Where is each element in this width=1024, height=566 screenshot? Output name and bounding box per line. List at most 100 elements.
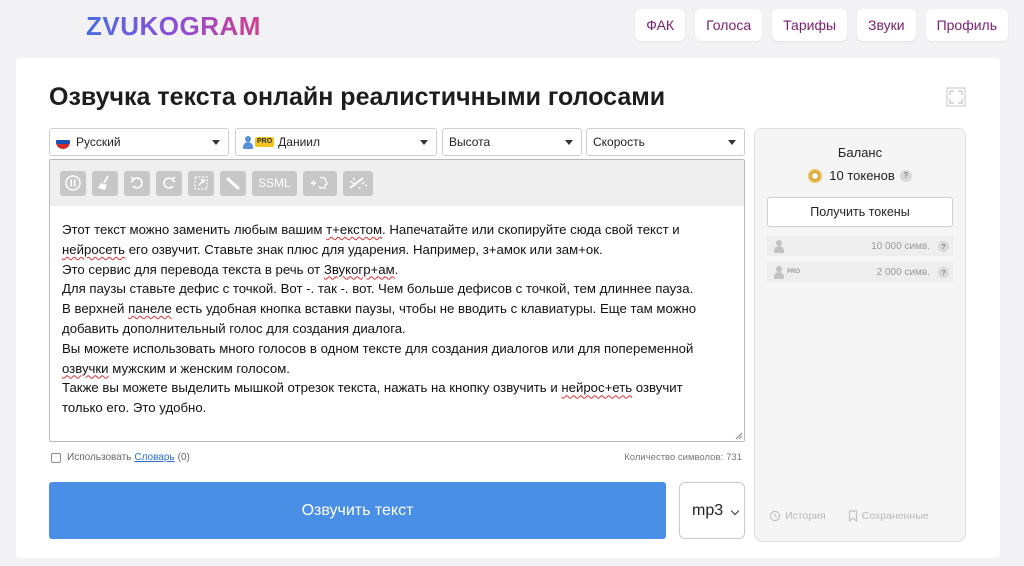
text-line: нейросеть его озвучит. Ставьте знак плюс… xyxy=(62,240,738,260)
text-segment: Вы можете использовать много голосов в о… xyxy=(62,340,694,356)
history-icon xyxy=(769,510,781,522)
pitch-value: Высота xyxy=(449,135,491,149)
chevron-down-icon xyxy=(420,140,428,145)
dictionary-count: (0) xyxy=(177,452,190,463)
text-segment: Для паузы ставьте дефис с точкой. Вот -.… xyxy=(62,281,694,297)
text-editor[interactable]: SSML Этот текст можно заменить любым ваш… xyxy=(49,159,745,442)
text-line: Этот текст можно заменить любым вашим т+… xyxy=(62,220,738,240)
pro-badge: PRO xyxy=(255,137,275,147)
bookmark-icon xyxy=(848,510,857,522)
chevron-down-icon xyxy=(728,140,736,145)
text-segment: Также вы можете выделить мышкой отрезок … xyxy=(62,380,562,396)
pitch-select[interactable]: Высота xyxy=(442,128,582,156)
select-region-button[interactable] xyxy=(188,170,214,196)
text-segment: есть удобная кнопка вставки паузы, чтобы… xyxy=(171,301,697,317)
voice-select[interactable]: PRO Даниил xyxy=(235,128,437,156)
misspelled-word: нейрос+еть xyxy=(561,380,633,396)
misspelled-word: т+екстом xyxy=(326,222,383,237)
char-count-value: 731 xyxy=(726,452,742,463)
stress-button[interactable] xyxy=(220,170,246,196)
page-title: Озвучка текста онлайн реалистичными голо… xyxy=(49,83,666,111)
chevron-down-icon xyxy=(212,140,220,145)
misspelled-word: озвучки xyxy=(62,360,109,376)
add-voice-button[interactable] xyxy=(302,170,337,196)
brand-name: ZVUKOGRAM xyxy=(86,10,261,41)
logo[interactable]: ZVUKOGRAM xyxy=(20,8,261,44)
quota-standard-value: 10 000 симв. xyxy=(871,240,930,252)
coin-icon xyxy=(808,168,823,183)
format-value: mp3 xyxy=(692,501,724,519)
ssml-button[interactable]: SSML xyxy=(252,170,297,196)
language-value: Русский xyxy=(76,135,121,149)
nav-sounds[interactable]: Звуки xyxy=(857,9,916,41)
quota-standard: 10 000 симв. ? xyxy=(767,236,953,256)
dictionary-prefix: Использовать xyxy=(67,452,132,463)
undo-icon xyxy=(130,176,143,189)
fullscreen-icon[interactable] xyxy=(946,87,966,107)
pause-icon xyxy=(65,175,81,191)
chevron-down-icon xyxy=(730,506,740,516)
quota-pro-value: 2 000 симв. xyxy=(876,266,930,278)
balance-title: Баланс xyxy=(837,145,883,160)
add-voice-icon xyxy=(310,176,328,189)
help-icon[interactable]: ? xyxy=(938,240,949,252)
history-label: История xyxy=(785,510,826,522)
text-segment: мужским и женским голосом. xyxy=(108,360,290,376)
sound-wave-logo-icon xyxy=(21,9,81,43)
speed-select[interactable]: Скорость xyxy=(586,128,745,156)
text-segment: его озвучит. Ставьте знак плюс для ударе… xyxy=(125,241,603,257)
dictionary-row: Использовать Словарь (0) xyxy=(51,452,190,463)
text-line: В верхней панеле есть удобная кнопка вст… xyxy=(62,299,738,319)
nav-faq[interactable]: ФАК xyxy=(635,9,686,41)
text-content[interactable]: Этот текст можно заменить любым вашим т+… xyxy=(62,220,738,418)
person-icon xyxy=(773,239,785,253)
russia-flag-icon xyxy=(56,135,70,149)
token-count: 10 токенов xyxy=(829,168,895,183)
language-select[interactable]: Русский xyxy=(49,128,229,156)
text-line: Для паузы ставьте дефис с точкой. Вот -.… xyxy=(62,279,738,299)
editor-toolbar: SSML xyxy=(50,160,744,206)
speed-value: Скорость xyxy=(593,135,645,149)
text-line: Вы можете использовать много голосов в о… xyxy=(62,339,738,359)
pause-button[interactable] xyxy=(60,170,86,196)
dictionary-link[interactable]: Словарь xyxy=(134,452,174,463)
token-balance: 10 токенов ? xyxy=(755,168,965,183)
pencil-icon xyxy=(226,177,240,190)
effects-button[interactable] xyxy=(342,170,373,196)
undo-button[interactable] xyxy=(124,170,150,196)
voice-value: Даниил xyxy=(278,135,321,149)
text-segment: добавить дополнительный голос для создан… xyxy=(62,320,406,336)
text-segment: только его. Это удобно. xyxy=(62,400,207,416)
misspelled-word: Звукогр+ам xyxy=(323,261,395,277)
char-count: Количество символов: 731 xyxy=(624,452,742,463)
header: ZVUKOGRAM ФАК Голоса Тарифы Звуки Профил… xyxy=(0,0,1024,52)
redo-button[interactable] xyxy=(156,170,182,196)
nav-profile[interactable]: Профиль xyxy=(925,9,1008,41)
get-tokens-button[interactable]: Получить токены xyxy=(767,197,953,227)
main-card: Озвучка текста онлайн реалистичными голо… xyxy=(16,58,1000,558)
saved-link[interactable]: Сохраненные xyxy=(848,510,929,522)
select-region-icon xyxy=(194,176,208,190)
quota-pro: PRO 2 000 симв. ? xyxy=(767,262,953,282)
text-segment: озвучит xyxy=(632,380,683,396)
saved-label: Сохраненные xyxy=(861,510,929,522)
voice-text-button[interactable]: Озвучить текст xyxy=(49,482,666,539)
text-segment: Это сервис для перевода текста в речь от xyxy=(62,261,324,277)
text-line: Также вы можете выделить мышкой отрезок … xyxy=(62,378,738,398)
help-icon[interactable]: ? xyxy=(938,266,949,278)
person-icon xyxy=(242,135,254,149)
broom-icon xyxy=(98,175,109,190)
clear-button[interactable] xyxy=(92,170,118,196)
text-line: добавить дополнительный голос для создан… xyxy=(62,319,738,339)
format-select[interactable]: mp3 xyxy=(679,482,745,539)
nav-pricing[interactable]: Тарифы xyxy=(772,9,848,41)
chevron-down-icon xyxy=(565,140,573,145)
dictionary-checkbox[interactable] xyxy=(51,452,61,463)
help-icon[interactable]: ? xyxy=(899,169,912,182)
resize-handle-icon[interactable] xyxy=(735,432,743,440)
text-segment: . Напечатайте или скопируйте сюда свой т… xyxy=(382,222,680,237)
history-link[interactable]: История xyxy=(769,510,826,522)
text-line: только его. Это удобно. xyxy=(62,398,738,418)
text-segment: . xyxy=(394,261,399,277)
nav-voices[interactable]: Голоса xyxy=(695,9,763,41)
